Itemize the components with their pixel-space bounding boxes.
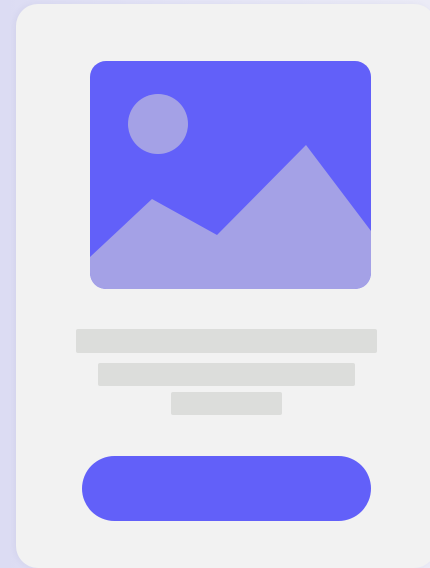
card <box>16 4 430 568</box>
text-placeholder-line-2 <box>98 363 355 386</box>
image-placeholder-svg <box>90 61 371 289</box>
text-placeholder-line-3 <box>171 392 282 415</box>
cta-button[interactable] <box>82 456 371 521</box>
sun-circle <box>128 94 188 154</box>
image-placeholder-icon <box>90 61 371 289</box>
text-placeholder-line-1 <box>76 329 377 353</box>
